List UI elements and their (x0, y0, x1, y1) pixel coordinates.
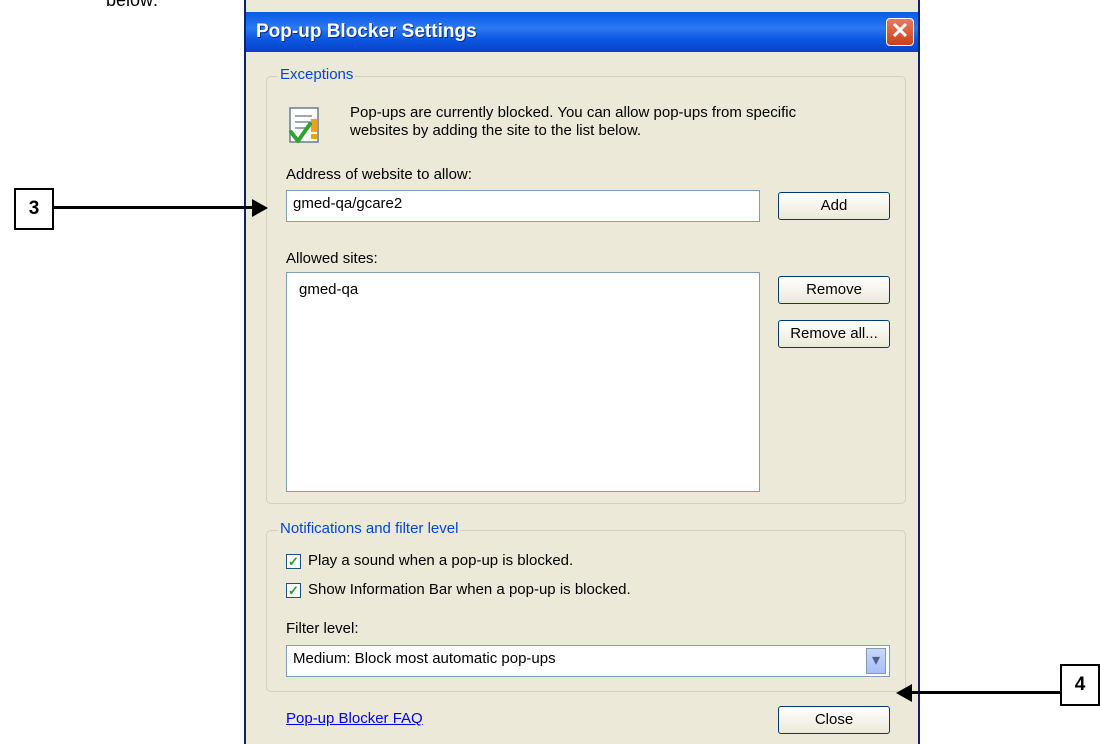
callout-3-arrowhead (252, 199, 268, 217)
notifications-legend: Notifications and filter level (278, 520, 461, 537)
callout-3: 3 (14, 188, 54, 230)
callout-4-arrow-line (910, 691, 1060, 694)
callout-4: 4 (1060, 664, 1100, 706)
allowed-sites-label: Allowed sites: (286, 250, 378, 267)
filter-level-select[interactable]: Medium: Block most automatic pop-ups (286, 645, 890, 677)
cut-off-heading-text: below: (106, 0, 159, 10)
play-sound-checkbox[interactable]: ✓ (286, 554, 301, 569)
title-close-button[interactable]: ✕ (886, 18, 914, 46)
filter-level-label: Filter level: (286, 620, 359, 637)
chevron-down-icon[interactable]: ▾ (866, 648, 886, 674)
exceptions-legend: Exceptions (278, 66, 356, 83)
list-item[interactable]: gmed-qa (299, 281, 747, 298)
allowed-sites-list[interactable]: gmed-qa (286, 272, 760, 492)
address-input[interactable]: gmed-qa/gcare2 (286, 190, 760, 222)
play-sound-label[interactable]: Play a sound when a pop-up is blocked. (308, 552, 573, 569)
remove-all-button[interactable]: Remove all... (778, 320, 890, 348)
dialog-title: Pop-up Blocker Settings (256, 21, 477, 42)
remove-button[interactable]: Remove (778, 276, 890, 304)
close-button[interactable]: Close (778, 706, 890, 734)
info-text-line2: websites by adding the site to the list … (350, 122, 642, 139)
callout-3-arrow-line (54, 206, 254, 209)
title-bar[interactable]: Pop-up Blocker Settings ✕ (246, 12, 918, 52)
show-infobar-checkbox[interactable]: ✓ (286, 583, 301, 598)
add-button[interactable]: Add (778, 192, 890, 220)
popup-blocker-dialog: Pop-up Blocker Settings ✕ Exceptions Pop… (244, 0, 920, 744)
address-label: Address of website to allow: (286, 166, 472, 183)
filter-level-value: Medium: Block most automatic pop-ups (293, 650, 556, 667)
checklist-warning-icon (288, 106, 322, 146)
show-infobar-label[interactable]: Show Information Bar when a pop-up is bl… (308, 581, 631, 598)
popup-blocker-faq-link[interactable]: Pop-up Blocker FAQ (286, 710, 423, 727)
info-text-line1: Pop-ups are currently blocked. You can a… (350, 104, 797, 121)
